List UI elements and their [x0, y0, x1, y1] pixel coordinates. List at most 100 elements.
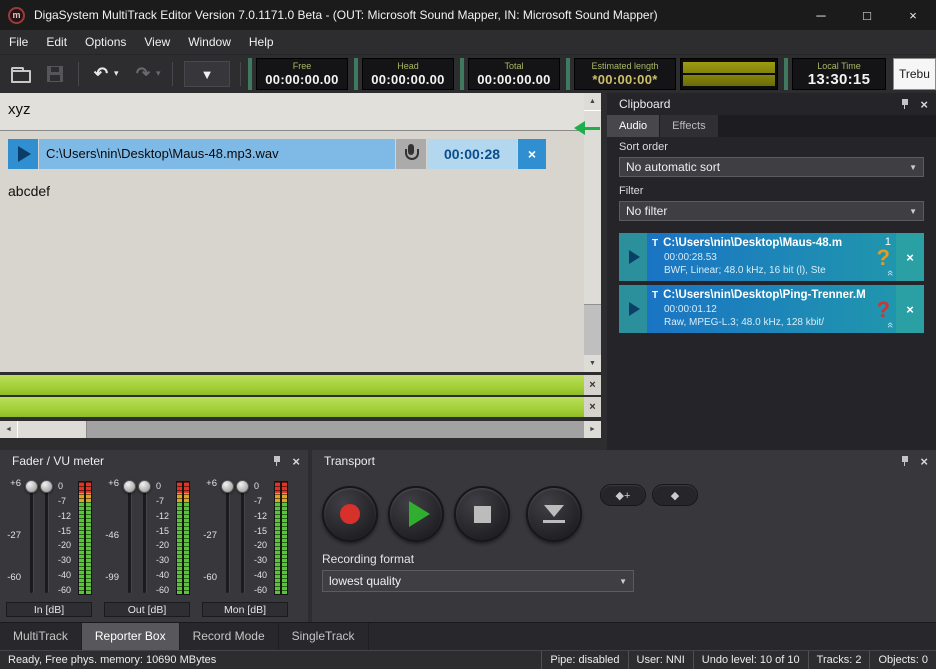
scale-tick: -60: [58, 585, 77, 595]
tab-reporter-box[interactable]: Reporter Box: [82, 623, 180, 650]
menu-edit[interactable]: Edit: [37, 30, 76, 55]
fader-slider[interactable]: [122, 480, 137, 598]
tab-record-mode[interactable]: Record Mode: [180, 623, 279, 650]
item-close-button[interactable]: ×: [896, 233, 924, 281]
time-display-free: Free 00:00:00.00: [256, 58, 348, 90]
scale-tick: -12: [254, 511, 273, 521]
redo-button[interactable]: ↷: [130, 61, 156, 87]
clip-play-button[interactable]: [8, 139, 38, 169]
clip-close-button[interactable]: ×: [518, 139, 546, 169]
expand-icon[interactable]: «: [884, 270, 896, 276]
item-name: C:\Users\nin\Desktop\Ping-Trenner.M: [663, 288, 866, 303]
tab-effects[interactable]: Effects: [660, 115, 718, 137]
toolbar-grip: [354, 58, 358, 90]
item-body[interactable]: T C:\Users\nin\Desktop\Maus-48.m 00:00:2…: [647, 233, 896, 281]
panel-close-icon[interactable]: ×: [292, 454, 300, 469]
scroll-left-button[interactable]: ◄: [0, 421, 17, 438]
item-body[interactable]: T C:\Users\nin\Desktop\Ping-Trenner.M 00…: [647, 285, 896, 333]
sort-order-select[interactable]: No automatic sort ▼: [619, 157, 924, 177]
track-lane-1[interactable]: [0, 375, 584, 395]
fader-slider[interactable]: [24, 480, 39, 598]
undo-button[interactable]: ↶: [88, 61, 114, 87]
hscrollbar-thumb[interactable]: [17, 421, 87, 438]
track-name-label: xyz: [8, 101, 31, 118]
time-display-label: Head: [363, 60, 453, 72]
menu-window[interactable]: Window: [179, 30, 240, 55]
hscrollbar-track[interactable]: [17, 421, 584, 438]
open-button[interactable]: [8, 61, 34, 87]
fader-scale: 0 -7 -12 -15 -20 -30 -40 -60: [254, 481, 273, 595]
panel-close-icon[interactable]: ×: [920, 454, 928, 469]
tab-multitrack[interactable]: MultiTrack: [0, 623, 82, 650]
fader-value-column: +6 -46 -99: [102, 480, 122, 600]
marker-add-button[interactable]: ◆+: [600, 484, 646, 506]
filter-select[interactable]: No filter ▼: [619, 201, 924, 221]
editor-hscrollbar[interactable]: ◄ ►: [0, 421, 601, 438]
app-logo-icon: m: [8, 7, 25, 24]
slider-knob[interactable]: [138, 480, 151, 493]
undo-caret-icon[interactable]: ▾: [114, 68, 119, 79]
lane-1-close-button[interactable]: ×: [584, 375, 601, 395]
item-close-button[interactable]: ×: [896, 285, 924, 333]
record-button[interactable]: [322, 486, 378, 542]
pin-icon[interactable]: [900, 455, 910, 467]
track-header: [0, 93, 584, 130]
recording-format-value: lowest quality: [329, 574, 401, 588]
marker-dropdown-button[interactable]: ▼: [184, 61, 230, 87]
slider-knob[interactable]: [123, 480, 136, 493]
scroll-up-button[interactable]: ▲: [584, 93, 601, 110]
fader-slider[interactable]: [220, 480, 235, 598]
font-button[interactable]: Trebu: [893, 58, 936, 90]
recording-format-select[interactable]: lowest quality ▼: [322, 570, 634, 592]
pin-icon[interactable]: [900, 98, 910, 110]
fader-value-label: -46: [105, 530, 119, 541]
slider-knob[interactable]: [221, 480, 234, 493]
stop-button[interactable]: [454, 486, 510, 542]
eject-button[interactable]: [526, 486, 582, 542]
clipboard-item[interactable]: T C:\Users\nin\Desktop\Ping-Trenner.M 00…: [619, 285, 924, 333]
close-button[interactable]: ×: [890, 0, 936, 30]
vscrollbar-thumb[interactable]: [584, 110, 601, 305]
menu-view[interactable]: View: [135, 30, 179, 55]
clipboard-item[interactable]: T C:\Users\nin\Desktop\Maus-48.m 00:00:2…: [619, 233, 924, 281]
item-play-button[interactable]: [619, 285, 647, 333]
vu-right-bar: [683, 75, 775, 86]
redo-caret-icon[interactable]: ▾: [156, 68, 161, 79]
minimize-button[interactable]: ─: [798, 0, 844, 30]
maximize-button[interactable]: □: [844, 0, 890, 30]
clip-record-button[interactable]: [396, 139, 426, 169]
tab-audio[interactable]: Audio: [607, 115, 660, 137]
scroll-down-button[interactable]: ▼: [584, 355, 601, 372]
tab-singletrack[interactable]: SingleTrack: [279, 623, 369, 650]
panel-close-icon[interactable]: ×: [920, 97, 928, 112]
marker-button[interactable]: ◆: [652, 484, 698, 506]
time-display-head: Head 00:00:00.00: [362, 58, 454, 90]
fader-slider[interactable]: [39, 480, 54, 598]
scale-tick: -12: [58, 511, 77, 521]
save-button[interactable]: [42, 61, 68, 87]
fader-slider[interactable]: [235, 480, 250, 598]
slider-knob[interactable]: [236, 480, 249, 493]
expand-icon[interactable]: «: [884, 322, 896, 328]
folder-open-icon: [11, 70, 31, 83]
menu-options[interactable]: Options: [76, 30, 135, 55]
arrow-tail: [585, 127, 600, 130]
menu-file[interactable]: File: [0, 30, 37, 55]
stop-icon: [474, 506, 491, 523]
clip-path-label[interactable]: C:\Users\nin\Desktop\Maus-48.mp3.wav: [39, 139, 395, 169]
scroll-right-button[interactable]: ►: [584, 421, 601, 438]
status-objects: Objects: 0: [869, 651, 936, 669]
slider-knob[interactable]: [25, 480, 38, 493]
editor-canvas[interactable]: xyz C:\Users\nin\Desktop\Maus-48.mp3.wav…: [0, 93, 584, 372]
lane-2-close-button[interactable]: ×: [584, 397, 601, 417]
pin-icon[interactable]: [272, 455, 282, 467]
item-play-button[interactable]: [619, 233, 647, 281]
track-lane-2[interactable]: [0, 397, 584, 417]
menu-help[interactable]: Help: [240, 30, 283, 55]
fader-slider[interactable]: [137, 480, 152, 598]
slider-track: [143, 483, 146, 593]
slider-knob[interactable]: [40, 480, 53, 493]
play-button[interactable]: [388, 486, 444, 542]
scale-tick: -30: [254, 555, 273, 565]
fader-title: Fader / VU meter: [12, 454, 104, 468]
